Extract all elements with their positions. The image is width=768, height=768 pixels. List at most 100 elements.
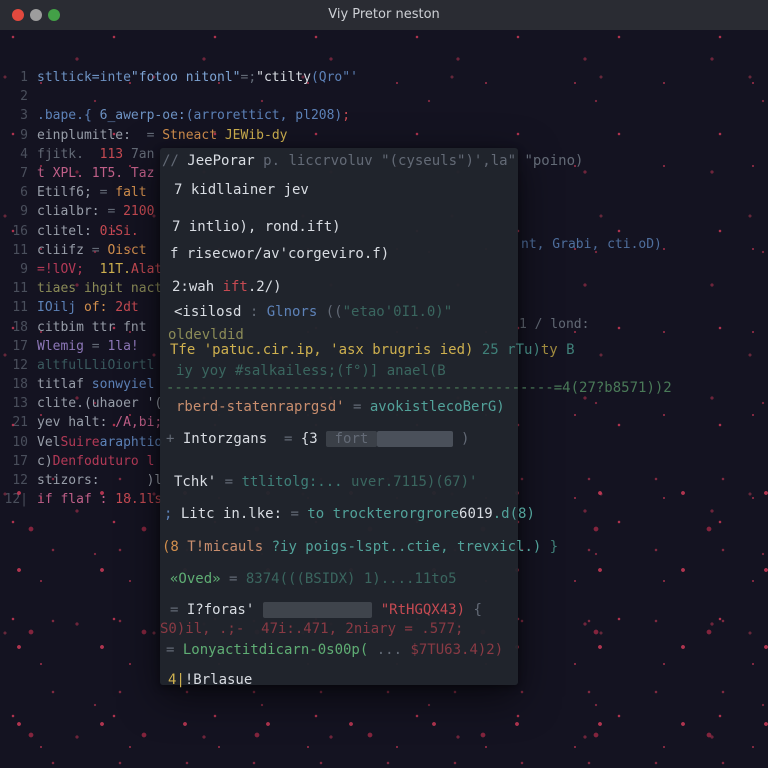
line-number: 17 — [0, 454, 28, 469]
code-token — [377, 431, 453, 447]
code-token: (arrorettict, pl208) — [186, 108, 343, 123]
code-token: = — [92, 243, 108, 258]
popup-line[interactable]: (8 T!micauls ?iy poigs-lspt..ctie, trevx… — [162, 538, 558, 556]
code-token: 1la! — [107, 339, 138, 354]
line-number: 7 — [0, 166, 28, 181]
line-content: altfulLliOiortl — [37, 358, 154, 373]
popup-line[interactable]: = I?foras' "RtHGQX43) { — [170, 601, 482, 619]
code-token: ift — [223, 279, 248, 295]
window-titlebar: Viy Pretor neston — [0, 0, 768, 30]
popup-line[interactable]: Tchk' = ttlitolg:... uver.7115)(67)' — [174, 473, 477, 491]
line-content: clitel: 0iSi. — [37, 224, 139, 239]
editor-surface: 1 stltick=inte"fotoo nitonl"=;"ctilty(Qro… — [0, 30, 768, 768]
code-token: : — [250, 304, 267, 320]
code-token: 1 / lond: — [519, 317, 589, 332]
code-token: 7 kidllainer jev — [174, 182, 309, 198]
code-token: } — [550, 539, 558, 555]
code-token: JEWib-dy — [225, 128, 288, 143]
code-token: Oisct — [107, 243, 146, 258]
line-number: 4 — [0, 147, 28, 162]
code-token: 25 — [473, 342, 507, 358]
code-token: «Oved» — [170, 571, 229, 587]
line-number: 9 — [0, 128, 28, 143]
code-token: = — [225, 474, 242, 490]
code-token: S0)il, .;- 47i:.471, 2niary = .577; — [160, 621, 463, 637]
code-token: 7an — [131, 147, 154, 162]
code-line[interactable]: 2 — [0, 87, 358, 106]
popup-line[interactable]: <isilosd : Glnors (("etao'0I1.0)" — [174, 303, 452, 321]
code-token: .2/) — [248, 279, 282, 295]
code-token: Alat — [131, 262, 162, 277]
line-number: 12 — [0, 473, 28, 488]
popup-line[interactable]: rberd-statenraprgsd' = avokistlecoBerG) — [176, 398, 505, 416]
popup-line[interactable]: ----------------------------------------… — [166, 379, 672, 397]
line-number: 11 — [0, 300, 28, 315]
code-token: = — [353, 399, 370, 415]
code-token: stizors: )l — [37, 473, 162, 488]
code-token: f risecwor/av'corgeviro.f) — [170, 246, 389, 262]
popup-line[interactable]: ; Litc in.lke: = to trockterorgrore6019.… — [164, 505, 535, 523]
code-token: "fotoo nitonl" — [131, 70, 241, 85]
popup-panel[interactable]: // JeePorar p. liccrvoluv "(cyseuls")',l… — [160, 148, 518, 685]
code-token: Vel — [37, 435, 60, 450]
popup-line[interactable]: + Intorzgans = {3 fort ) — [166, 430, 469, 448]
line-number: 1 — [0, 70, 28, 85]
code-token: Tfe 'patuc.cir.ip, 'asx brugris ied) — [170, 342, 473, 358]
code-token: = — [290, 506, 307, 522]
code-token: yev halt: — [37, 415, 115, 430]
code-token: "etao'0I1.0)" — [343, 304, 453, 320]
line-content: cliifz = Oisct — [37, 243, 147, 258]
code-token: 0iSi. — [100, 224, 139, 239]
code-token: ) — [453, 431, 470, 447]
code-token — [263, 602, 373, 618]
code-token: .bape.{ — [37, 108, 100, 123]
code-token: = — [107, 204, 123, 219]
popup-line[interactable]: iy yoy #salkailess;(f°)] anael(B — [176, 362, 446, 380]
code-token: clitel: — [37, 224, 100, 239]
code-token: Intorzgans — [183, 431, 284, 447]
popup-line[interactable]: = Lonyactitdicarn-0s00p( ... $7TU63.4)2) — [166, 641, 503, 659]
popup-line[interactable]: 7 kidllainer jev — [174, 181, 309, 199]
code-token: 6019 — [459, 506, 493, 522]
code-token: (Qro"' — [311, 70, 358, 85]
line-number: 12| — [0, 492, 28, 507]
line-content: stltick=inte"fotoo nitonl"=;"ctilty(Qro"… — [37, 70, 358, 85]
line-content: einplumitle: = Stneact JEWib-dy — [37, 128, 287, 143]
line-number: 9 — [0, 262, 28, 277]
code-token: to trockterorgrore — [307, 506, 459, 522]
code-token: fjitk. — [37, 147, 100, 162]
popup-line[interactable]: f risecwor/av'corgeviro.f) — [170, 245, 389, 263]
code-token: =!lOV; — [37, 262, 100, 277]
line-number: 10 — [0, 435, 28, 450]
popup-line[interactable]: // JeePorar p. liccrvoluv "(cyseuls")',l… — [162, 152, 583, 170]
popup-line[interactable]: 2:wah ift.2/) — [172, 278, 282, 296]
code-token: "RtHGQX43) — [372, 602, 473, 618]
code-token: of: — [84, 300, 115, 315]
code-line[interactable]: 1 stltick=inte"fotoo nitonl"=;"ctilty(Qro… — [0, 68, 358, 87]
code-token: avokistlecoBerG) — [370, 399, 505, 415]
popup-line[interactable]: Tfe 'patuc.cir.ip, 'asx brugris ied) 25 … — [170, 341, 575, 359]
code-token: p. liccrvoluv "(cyseuls")',la" "poino) — [255, 153, 584, 169]
code-token: Litc in.lke: — [181, 506, 291, 522]
code-token: + — [166, 431, 183, 447]
code-token: araphtio — [100, 435, 163, 450]
background-code-fragment: nt, Grabi, cti.oD) — [521, 237, 662, 252]
code-token: {3 — [301, 431, 326, 447]
line-content: clialbr: = 2100 — [37, 204, 154, 219]
popup-line[interactable]: 4|!Brlasue — [168, 671, 252, 689]
code-token: Etilf6; — [37, 185, 100, 200]
popup-line[interactable]: S0)il, .;- 47i:.471, 2niary = .577; — [160, 620, 463, 638]
code-line[interactable]: 9 einplumitle: = Stneact JEWib-dy — [0, 126, 358, 145]
code-token: // — [162, 153, 187, 169]
popup-line[interactable]: 7 intlio), rond.ift) — [172, 218, 341, 236]
line-content: titlaf sonwyiel — [37, 377, 154, 392]
code-token: 6_awerp-oe: — [100, 108, 186, 123]
line-content: clite.(uhaoer '( — [37, 396, 162, 411]
background-code-fragment: 1 / lond: — [519, 317, 589, 332]
line-content: t XPL. 1T5. Taz — [37, 166, 154, 181]
code-token: 18.1ls — [115, 492, 162, 507]
code-token: = — [147, 128, 163, 143]
code-token: tiaes ihgit nact — [37, 281, 162, 296]
code-line[interactable]: 3.bape.{ 6_awerp-oe:(arrorettict, pl208)… — [0, 106, 358, 125]
popup-line[interactable]: «Oved» = 8374(((BSIDX) 1)....11to5 — [170, 570, 457, 588]
